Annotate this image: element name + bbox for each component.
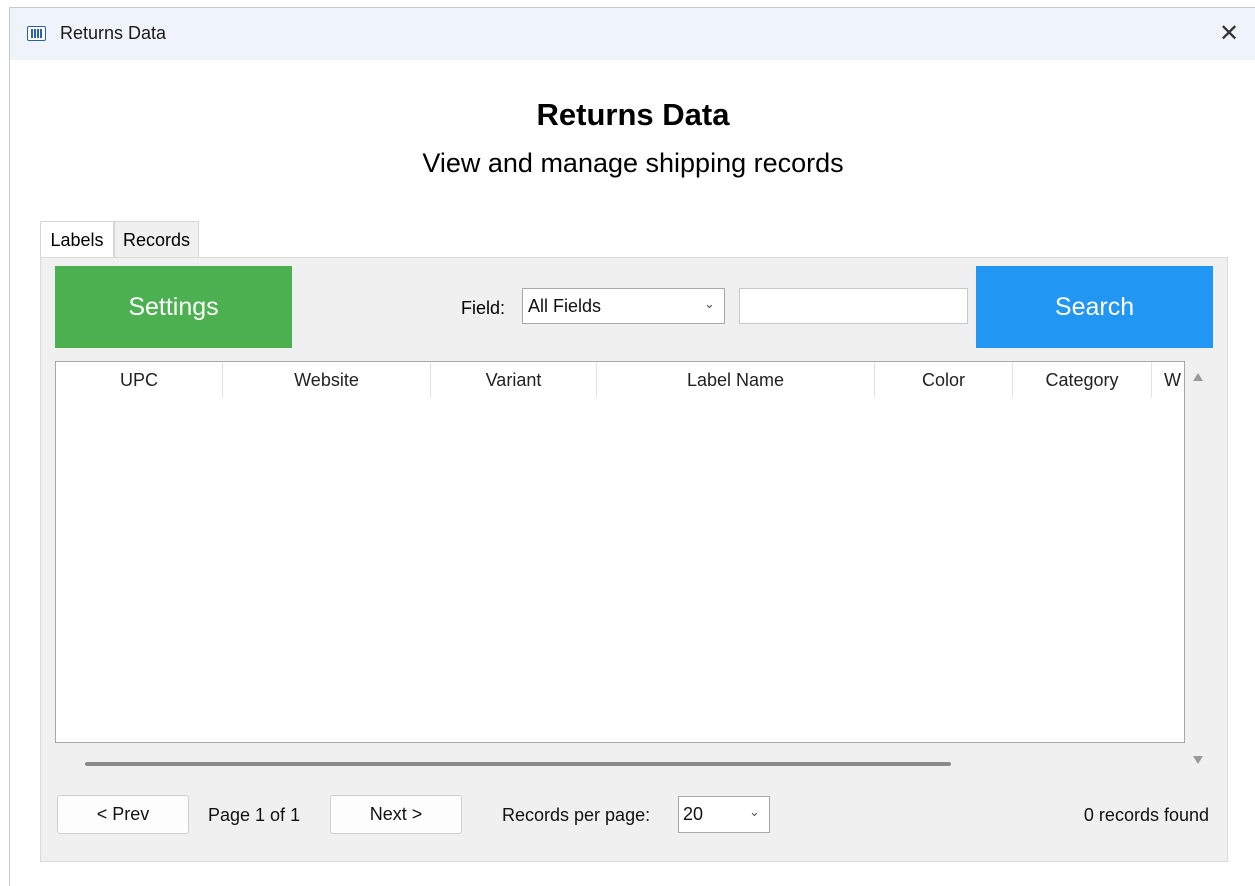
barcode-icon [27, 26, 46, 41]
records-per-page-value: 20 [683, 804, 704, 824]
search-button[interactable]: Search [976, 266, 1213, 348]
vertical-scrollbar[interactable] [1185, 361, 1211, 778]
column-header-color[interactable]: Color [875, 362, 1013, 398]
app-window: Returns Data ✕ Returns Data View and man… [9, 7, 1255, 886]
next-page-button[interactable]: Next > [330, 795, 462, 834]
column-header-w[interactable]: W [1152, 362, 1184, 398]
search-input[interactable] [739, 288, 968, 324]
close-button[interactable]: ✕ [1214, 18, 1244, 48]
page-indicator: Page 1 of 1 [208, 805, 301, 825]
column-header-label-name[interactable]: Label Name [597, 362, 875, 398]
title-bar: Returns Data ✕ [10, 8, 1255, 60]
close-icon: ✕ [1218, 19, 1240, 47]
chevron-down-icon: ⌄ [704, 296, 715, 311]
window-title: Returns Data [60, 23, 167, 43]
prev-page-button[interactable]: < Prev [57, 795, 189, 834]
records-per-page-select[interactable]: 20 ⌄ [678, 796, 770, 833]
chevron-down-icon: ⌄ [749, 804, 760, 819]
field-select-value: All Fields [528, 295, 602, 316]
page-subtitle: View and manage shipping records [422, 148, 844, 178]
records-per-page-label: Records per page: [502, 805, 651, 825]
scroll-up-icon[interactable] [1193, 373, 1203, 381]
tab-records[interactable]: Records [114, 221, 199, 258]
scroll-down-icon[interactable] [1193, 756, 1203, 764]
table-header: UPC Website Variant Label Name Color Cat… [56, 362, 1184, 398]
records-found-count: 0 records found [1083, 805, 1209, 825]
page-title: Returns Data [536, 97, 730, 132]
field-select[interactable]: All Fields ⌄ [522, 288, 725, 324]
horizontal-scrollbar-thumb[interactable] [85, 762, 951, 766]
records-table: UPC Website Variant Label Name Color Cat… [55, 361, 1185, 743]
column-header-website[interactable]: Website [223, 362, 431, 398]
labels-tab-panel: Settings Field: All Fields ⌄ Search UPC … [40, 257, 1228, 862]
column-header-category[interactable]: Category [1013, 362, 1152, 398]
column-header-upc[interactable]: UPC [56, 362, 223, 398]
field-label: Field: [461, 298, 506, 318]
settings-button[interactable]: Settings [55, 266, 292, 348]
column-header-variant[interactable]: Variant [431, 362, 597, 398]
tab-labels[interactable]: Labels [40, 221, 114, 258]
